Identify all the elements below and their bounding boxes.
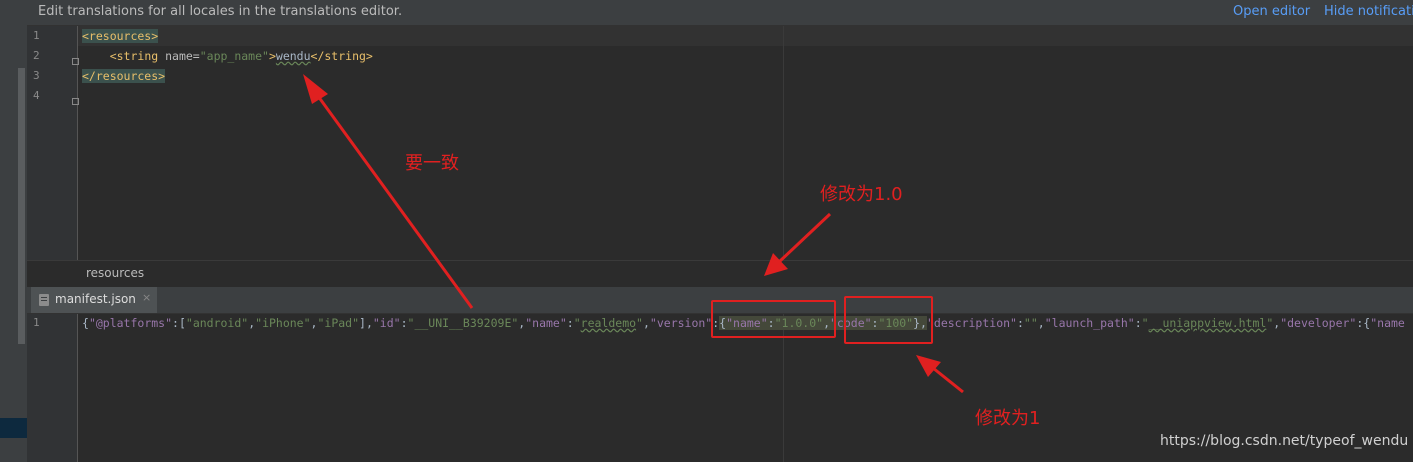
annotation-consistent: 要一致 [405, 153, 459, 174]
arrow-consistent [316, 95, 474, 309]
arrow-consistent-head [303, 74, 328, 104]
arrow-change-to-10 [777, 212, 832, 264]
arrow-change-to-1 [932, 366, 964, 394]
annotation-arrows [303, 74, 964, 394]
annotation-change-to-1: 修改为1 [975, 408, 1041, 429]
watermark: https://blog.csdn.net/typeof_wendu [1160, 433, 1409, 449]
arrow-change-to-1-head [916, 355, 941, 377]
annotation-change-to-1-0: 修改为1.0 [820, 184, 903, 205]
